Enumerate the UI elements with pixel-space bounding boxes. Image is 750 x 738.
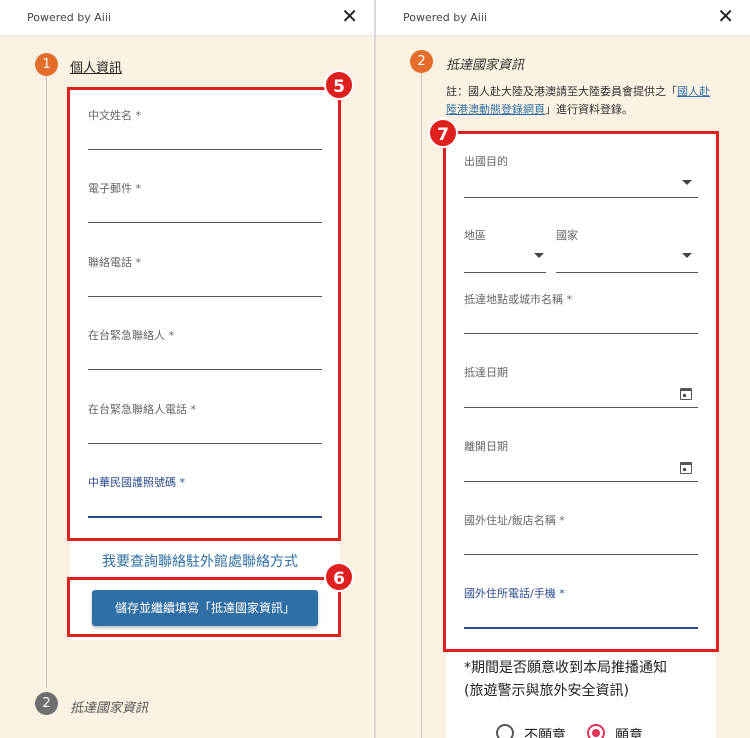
highlight-box-6 bbox=[67, 577, 341, 637]
close-icon[interactable]: ✕ bbox=[341, 6, 358, 26]
radio-decline-label: 不願意 bbox=[524, 728, 566, 738]
step-2-number: 2 bbox=[35, 692, 58, 715]
radio-accept-label: 願意 bbox=[615, 728, 643, 738]
badge-7: 7 bbox=[428, 118, 458, 148]
step-2-number: 2 bbox=[410, 50, 433, 73]
push-notice-question: *期間是否願意收到本局推播通知 (旅遊警示與旅外安全資訊) bbox=[464, 660, 667, 699]
step-2-title[interactable]: 抵達國家資訊 bbox=[446, 54, 524, 73]
powered-by-label: Powered by Aiii bbox=[27, 11, 111, 24]
mainland-note: 註：國人赴大陸及港澳請至大陸委員會提供之「國人赴陸港澳動態登錄網頁」進行資料登錄… bbox=[446, 85, 710, 116]
header-bar: Powered by Aiii ✕ bbox=[376, 0, 750, 36]
right-panel: Powered by Aiii ✕ 2 抵達國家資訊 註：國人赴大陸及港澳請至大… bbox=[376, 0, 750, 738]
badge-6: 6 bbox=[324, 562, 354, 592]
powered-by-label: Powered by Aiii bbox=[403, 11, 487, 24]
highlight-box-7 bbox=[443, 131, 719, 652]
close-icon[interactable]: ✕ bbox=[717, 6, 734, 26]
step-2-title[interactable]: 抵達國家資訊 bbox=[70, 697, 148, 716]
step-connector bbox=[421, 72, 422, 738]
left-panel: Powered by Aiii ✕ 1 個人資訊 中文姓名 * 電子郵件 * 聯… bbox=[0, 0, 374, 738]
step-1-title[interactable]: 個人資訊 bbox=[70, 57, 122, 76]
step-1-number: 1 bbox=[35, 53, 58, 76]
radio-accept[interactable] bbox=[587, 724, 605, 738]
radio-decline[interactable] bbox=[496, 724, 514, 738]
step-connector bbox=[46, 76, 47, 688]
header-bar: Powered by Aiii ✕ bbox=[0, 0, 374, 36]
embassy-contact-link[interactable]: 我要查詢聯絡駐外館處聯絡方式 bbox=[102, 551, 298, 571]
highlight-box-5 bbox=[67, 87, 341, 541]
badge-5: 5 bbox=[324, 70, 354, 100]
